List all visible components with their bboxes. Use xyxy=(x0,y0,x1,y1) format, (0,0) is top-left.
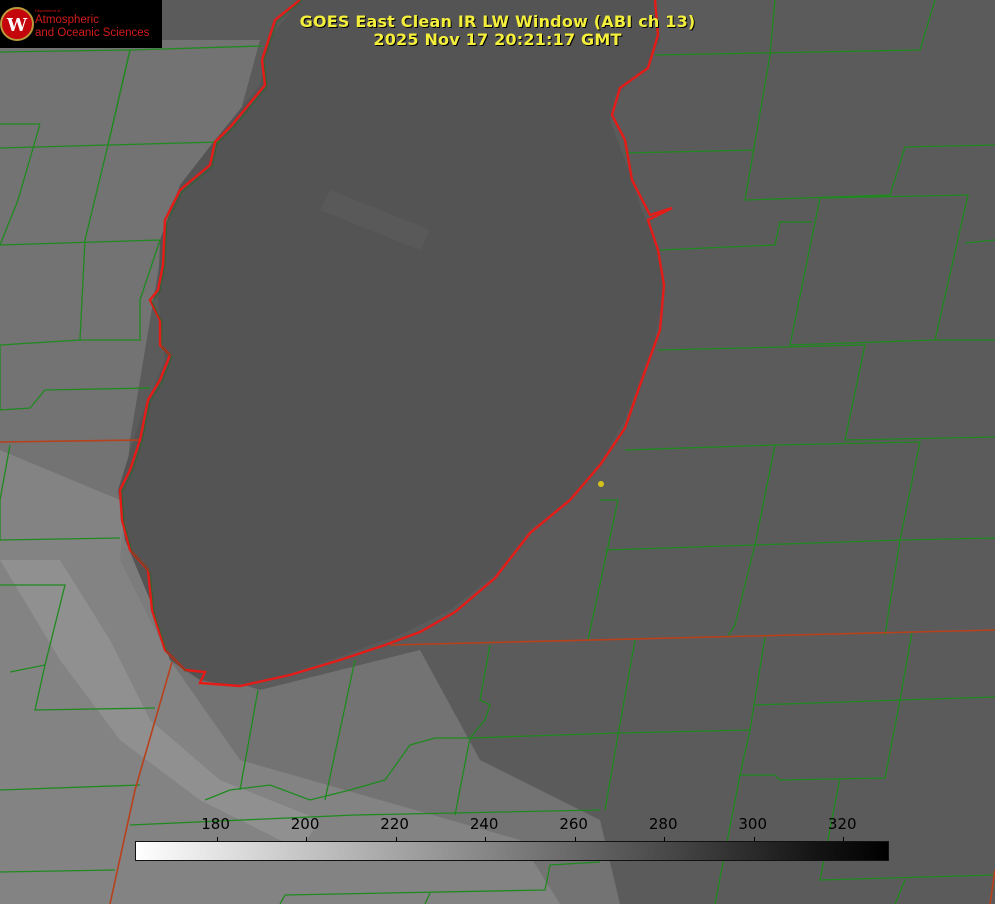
image-timestamp: 2025 Nov 17 20:21:17 GMT xyxy=(373,30,622,49)
colorbar-tick-label: 320 xyxy=(827,815,857,833)
satellite-map xyxy=(0,0,995,904)
colorbar-tick xyxy=(395,837,397,842)
colorbar-tick xyxy=(306,837,308,842)
colorbar-tick-label: 260 xyxy=(559,815,588,833)
colorbar-tick xyxy=(216,837,218,842)
colorbar-tick-label: 240 xyxy=(469,815,499,833)
location-marker xyxy=(598,481,604,487)
colorbar-tick xyxy=(664,837,666,842)
satellite-view: W Department of Atmospheric and Oceanic … xyxy=(0,0,995,904)
colorbar-tick-label: 280 xyxy=(648,815,678,833)
colorbar-tick-label: 300 xyxy=(738,815,768,833)
colorbar-tick xyxy=(574,837,576,842)
image-title: GOES East Clean IR LW Window (ABI ch 13) xyxy=(299,12,696,31)
colorbar-tick-label: 180 xyxy=(201,815,230,833)
colorbar-tick xyxy=(843,837,845,842)
colorbar-tick xyxy=(485,837,487,842)
colorbar-tick-label: 220 xyxy=(380,815,409,833)
temperature-colorbar xyxy=(135,837,889,861)
colorbar-tick xyxy=(753,837,755,842)
colorbar-tick-label: 200 xyxy=(290,815,320,833)
